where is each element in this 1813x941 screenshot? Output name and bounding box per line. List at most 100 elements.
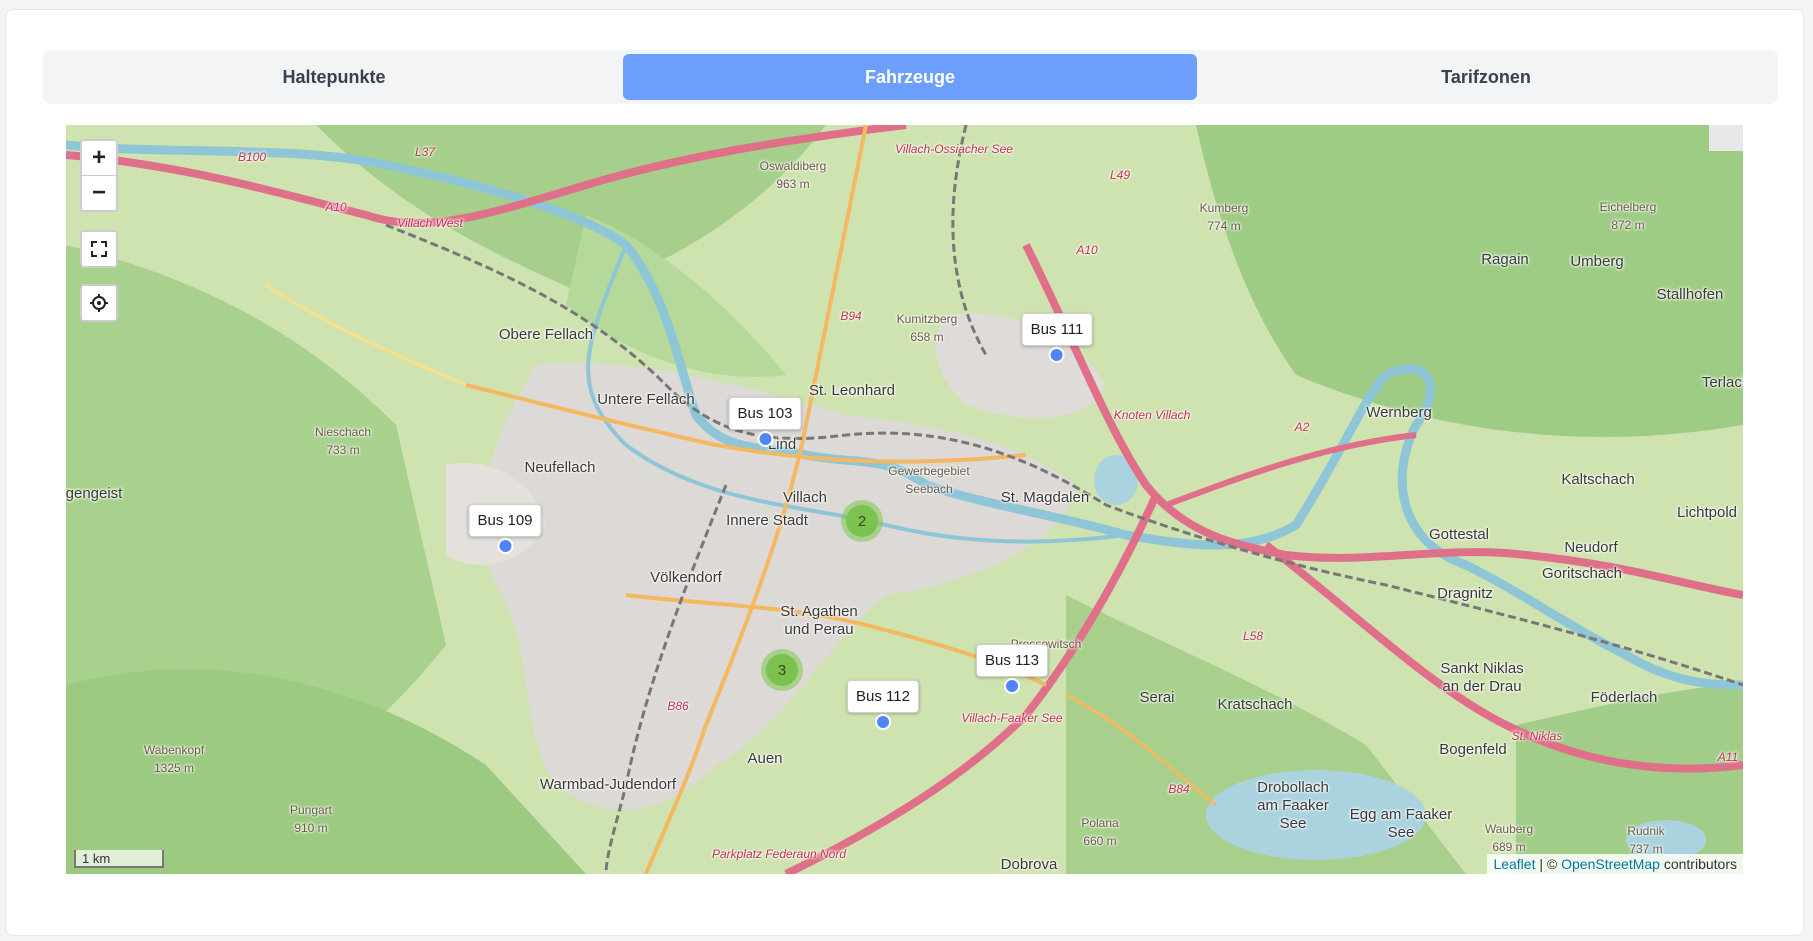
tab-haltepunkte[interactable]: Haltepunkte (47, 54, 621, 100)
zoom-in-button[interactable]: + (82, 141, 116, 175)
place-stallhofen: Stallhofen (1656, 286, 1724, 303)
place-dobrova: Dobrova (1000, 856, 1058, 873)
place-bogenfeld: Bogenfeld (1439, 741, 1507, 758)
place-goritschach: Goritschach (1541, 565, 1623, 582)
place-warmbad: Warmbad-Judendorf (539, 776, 677, 793)
cluster-count: 3 (766, 654, 798, 686)
peak-kumitzberg: Kumitzberg 658 m (896, 312, 958, 344)
place-voelkendorf: Völkendorf (650, 569, 722, 586)
attribution-separator: | © (1535, 856, 1562, 872)
locate-control (80, 284, 118, 322)
road-villach-faaker: Villach-Faaker See (961, 711, 1063, 725)
bus-pin-icon (496, 538, 513, 554)
vehicle-marker-bus-109[interactable]: Bus 109 (468, 504, 542, 554)
zoom-out-button[interactable]: − (82, 175, 116, 210)
fullscreen-button[interactable] (82, 232, 116, 266)
place-st-agathen: St. Agathen und Perau (780, 603, 858, 638)
place-foederlach: Föderlach (1590, 689, 1658, 706)
place-auen: Auen (747, 750, 783, 767)
place-gewerbegebiet: Gewerbegebiet Seebach (888, 464, 970, 496)
vehicle-marker-bus-111[interactable]: Bus 111 (1021, 313, 1093, 363)
vehicle-label: Bus 112 (847, 680, 919, 713)
fullscreen-control (80, 230, 118, 268)
place-neudorf: Neudorf (1564, 539, 1618, 556)
expand-icon (91, 241, 107, 257)
bus-pin-icon (875, 714, 891, 730)
cluster-count: 2 (846, 505, 878, 537)
vehicle-marker-bus-113[interactable]: Bus 113 (976, 644, 1048, 694)
leaflet-link[interactable]: Leaflet (1493, 856, 1535, 872)
place-lichtpold: Lichtpold (1676, 504, 1738, 521)
road-b94: B94 (840, 309, 862, 323)
place-serai: Serai (1139, 689, 1175, 706)
road-parkplatz: Parkplatz Federaun Nord (711, 847, 847, 861)
road-villach-ossiacher: Villach-Ossiacher See (895, 142, 1013, 156)
peak-pungart: Pungart 910 m (289, 803, 333, 835)
road-st-niklas: St. Niklas (1511, 729, 1563, 743)
vehicle-cluster[interactable]: 3 (761, 649, 803, 691)
place-egg: Egg am Faaker See (1349, 806, 1453, 841)
peak-rudnik: Rudnik 737 m (1627, 824, 1665, 856)
vehicle-label: Bus 109 (468, 504, 542, 537)
road-a2: A2 (1294, 420, 1310, 434)
attribution-suffix: contributors (1659, 856, 1737, 872)
tab-tarifzonen[interactable]: Tarifzonen (1199, 54, 1773, 100)
road-b86: B86 (667, 699, 689, 713)
place-wernberg: Wernberg (1366, 404, 1432, 421)
vehicle-cluster[interactable]: 2 (841, 500, 883, 542)
peak-eichelberg: Eichelberg 872 m (1599, 200, 1657, 232)
place-neufellach: Neufellach (524, 459, 596, 476)
place-obere-fellach: Obere Fellach (498, 326, 594, 343)
road-b84: B84 (1168, 782, 1190, 796)
osm-link[interactable]: OpenStreetMap (1561, 856, 1660, 872)
road-a11: A11 (1717, 750, 1739, 764)
bus-pin-icon (1004, 678, 1020, 694)
vehicle-marker-bus-103[interactable]: Bus 103 (728, 397, 802, 447)
place-st-magdalen: St. Magdalen (1000, 489, 1090, 506)
peak-kumberg: Kumberg 774 m (1199, 201, 1249, 233)
crosshair-icon (90, 294, 108, 312)
place-dragnitz: Dragnitz (1437, 585, 1493, 602)
locate-button[interactable] (82, 286, 116, 320)
road-villach-west: Villach West (397, 216, 463, 230)
map-view[interactable]: Villach Innere Stadt St. Leonhard Obere … (66, 125, 1743, 874)
place-villach: Villach (783, 489, 827, 506)
road-a10: A10 (325, 200, 347, 214)
place-gottestal: Gottestal (1428, 526, 1490, 543)
place-umberg: Umberg (1570, 253, 1624, 270)
place-st-leonhard: St. Leonhard (809, 382, 895, 399)
place-untere-fellach: Untere Fellach (597, 391, 695, 408)
road-l37: L37 (414, 145, 436, 159)
vehicle-label: Bus 111 (1021, 313, 1093, 346)
bus-pin-icon (756, 431, 773, 447)
map-attribution: Leaflet | © OpenStreetMap contributors (1487, 854, 1743, 874)
peak-oswaldiberg: Oswaldiberg 963 m (759, 159, 827, 191)
view-tabs: Haltepunkte Fahrzeuge Tarifzonen (43, 50, 1778, 104)
place-ragain: Ragain (1481, 251, 1529, 268)
peak-wabenkopf: Wabenkopf 1325 m (143, 743, 205, 775)
place-kratschach: Kratschach (1217, 696, 1293, 713)
place-kaltschach: Kaltschach (1561, 471, 1635, 488)
peak-nieschach: Nieschach 733 m (314, 425, 372, 457)
zoom-control: + − (80, 139, 118, 212)
place-drobollach: Drobollach am Faaker See (1257, 779, 1329, 832)
road-a10-east: A10 (1076, 243, 1098, 257)
vehicle-label: Bus 103 (728, 397, 802, 430)
map-tiles (66, 125, 1743, 874)
place-gengeist: gengeist (66, 485, 123, 502)
place-sankt-niklas: Sankt Niklas an der Drau (1440, 660, 1524, 695)
road-knoten-villach: Knoten Villach (1113, 408, 1191, 422)
scale-bar: 1 km (74, 850, 164, 868)
peak-wauberg: Wauberg 689 m (1484, 822, 1534, 854)
peak-polana: Polana 660 m (1081, 816, 1119, 848)
bus-pin-icon (1048, 347, 1065, 363)
map-corner-tile (1709, 125, 1743, 151)
vehicle-label: Bus 113 (976, 644, 1048, 677)
place-terlach: Terlach (1701, 374, 1743, 391)
road-l58: L58 (1242, 629, 1264, 643)
place-innere-stadt: Innere Stadt (726, 512, 808, 529)
road-b100: B100 (237, 150, 267, 164)
tab-fahrzeuge[interactable]: Fahrzeuge (623, 54, 1197, 100)
vehicle-marker-bus-112[interactable]: Bus 112 (847, 680, 919, 730)
road-l49: L49 (1109, 168, 1131, 182)
